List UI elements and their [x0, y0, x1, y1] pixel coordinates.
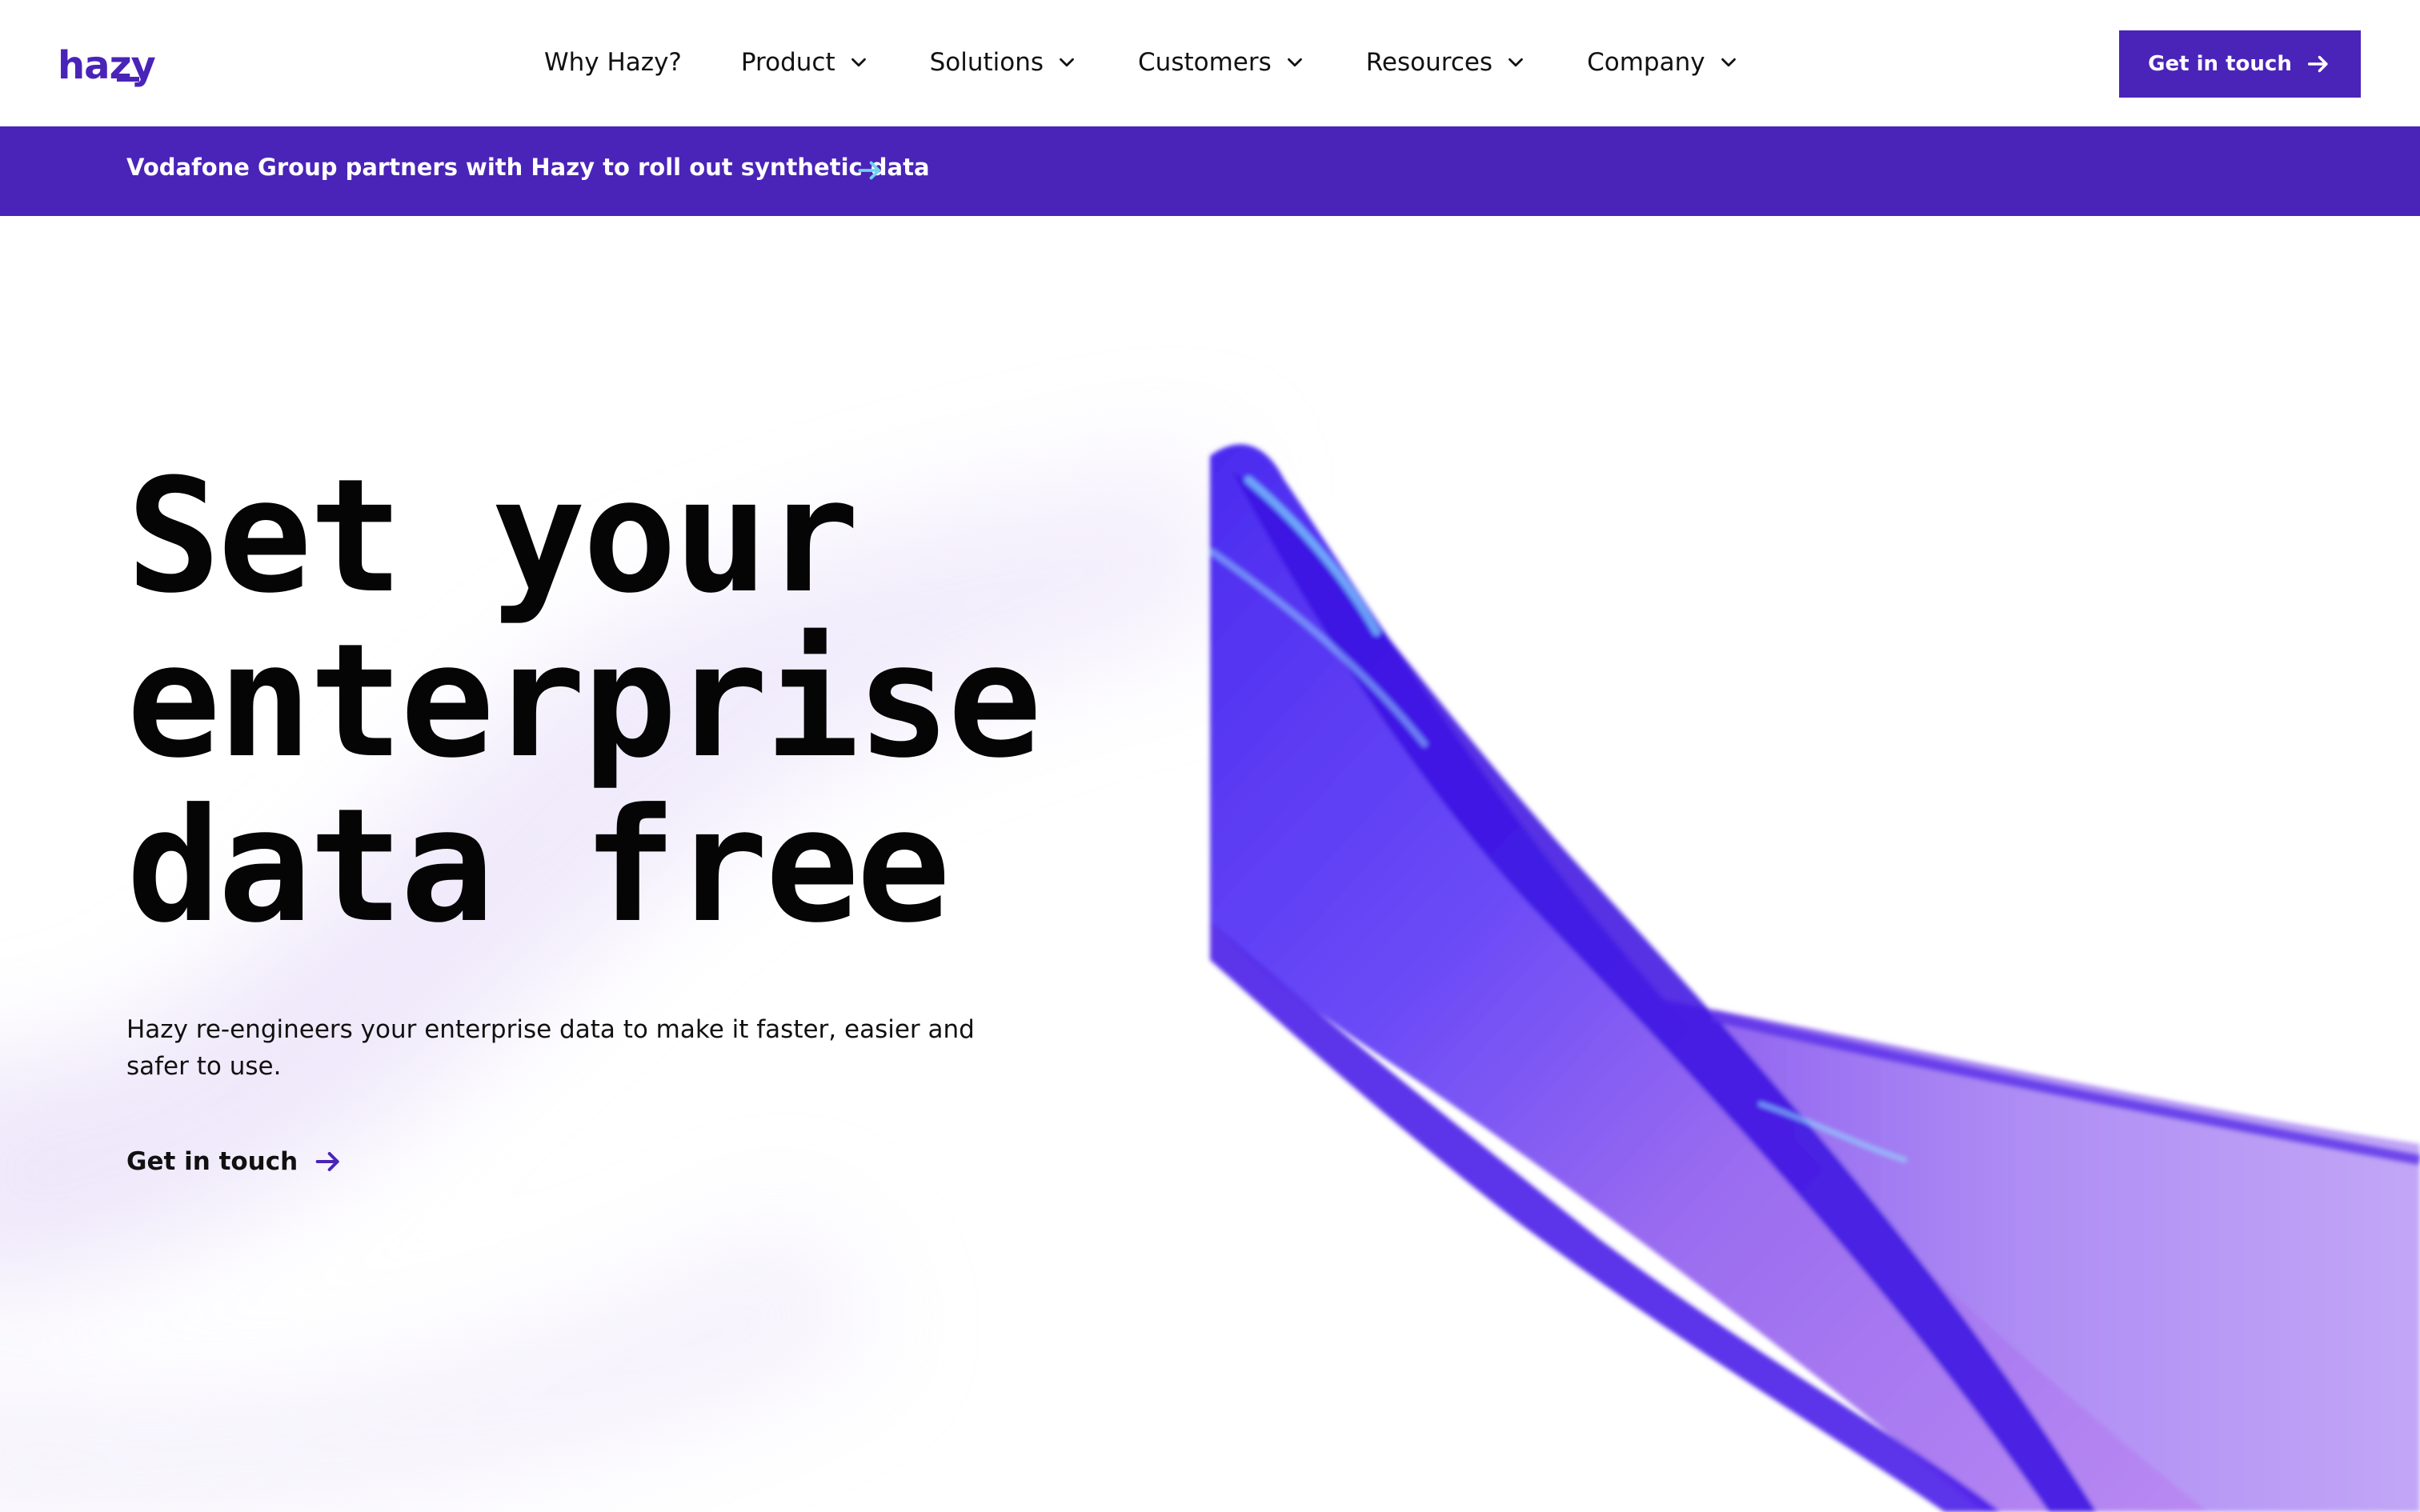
hero-get-in-touch-link[interactable]: Get in touch	[126, 1146, 344, 1178]
nav-item-label: Why Hazy?	[544, 48, 682, 77]
nav-item-label: Solutions	[929, 48, 1044, 77]
hero-link-label: Get in touch	[126, 1147, 298, 1176]
main-menu: Why Hazy? Product Solutions Customers Re…	[544, 45, 1800, 80]
nav-item-label: Product	[740, 48, 835, 77]
nav-item-product[interactable]: Product	[741, 48, 871, 77]
nav-item-resources[interactable]: Resources	[1366, 48, 1528, 77]
nav-item-why-hazy[interactable]: Why Hazy?	[544, 48, 682, 77]
chevron-down-icon	[1721, 58, 1736, 67]
top-navigation: hazy Why Hazy? Product Solutions Custome…	[0, 0, 2420, 126]
hero-title-line: Set your	[126, 446, 859, 628]
arrow-right-icon	[858, 161, 880, 180]
arrow-right-icon	[315, 1152, 339, 1171]
nav-item-solutions[interactable]: Solutions	[930, 48, 1079, 77]
chevron-down-icon	[1508, 58, 1523, 67]
nav-item-company[interactable]: Company	[1587, 48, 1740, 77]
hero-title-line: enterprise	[126, 610, 1042, 793]
arrow-right-icon	[2307, 55, 2328, 73]
hazy-logo[interactable]: hazy	[58, 43, 156, 88]
chevron-down-icon	[851, 58, 866, 67]
logo-underline	[117, 77, 139, 82]
chevron-down-icon	[1287, 58, 1302, 67]
hero-title: Set your enterprise data free	[126, 446, 1042, 958]
get-in-touch-button[interactable]: Get in touch	[2119, 30, 2361, 98]
chevron-down-icon	[1060, 58, 1074, 67]
announcement-text[interactable]: Vodafone Group partners with Hazy to rol…	[126, 154, 930, 181]
nav-item-label: Company	[1587, 48, 1705, 77]
announcement-banner[interactable]: Vodafone Group partners with Hazy to rol…	[0, 126, 2420, 216]
nav-item-label: Resources	[1365, 48, 1493, 77]
cta-label: Get in touch	[2148, 52, 2292, 76]
nav-item-label: Customers	[1138, 48, 1272, 77]
hero-subtitle: Hazy re-engineers your enterprise data t…	[126, 1015, 975, 1081]
nav-item-customers[interactable]: Customers	[1138, 48, 1307, 77]
hero-title-line: data free	[126, 775, 951, 958]
